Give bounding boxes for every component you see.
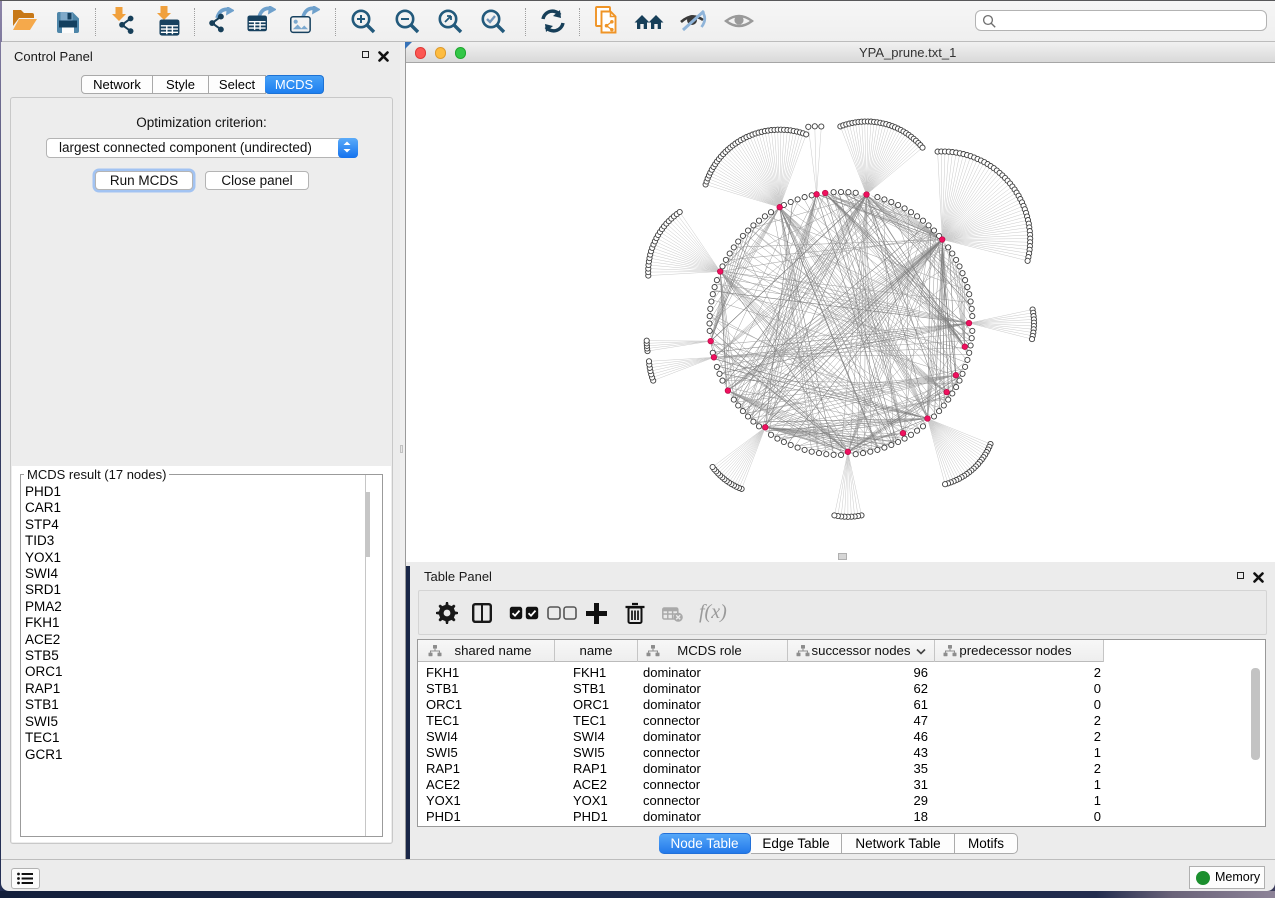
- svg-text:f(x): f(x): [699, 602, 727, 623]
